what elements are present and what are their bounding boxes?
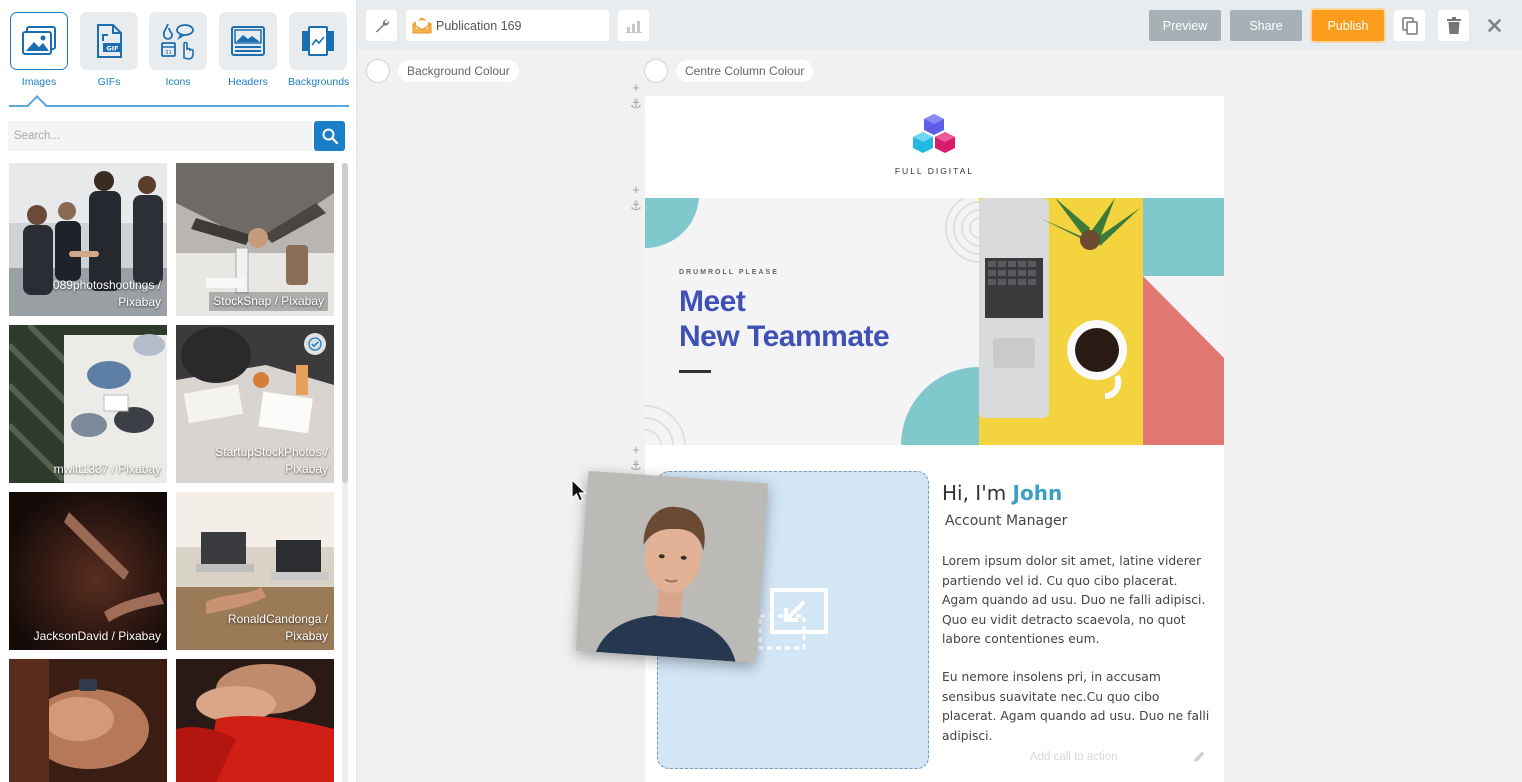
tab-underline: [9, 105, 349, 107]
image-credit: StartupStockPhotos / Pixabay: [215, 445, 328, 476]
bar-chart-icon: [625, 20, 642, 33]
hero-banner[interactable]: DRUMROLL PLEASE Meet New Teammate: [645, 198, 1224, 445]
logo-text: FULL DIGITAL: [894, 166, 975, 176]
logo-block[interactable]: FULL DIGITAL: [645, 96, 1224, 198]
close-icon: [1487, 18, 1501, 32]
backgrounds-icon: [302, 26, 334, 56]
background-colour-picker[interactable]: Background Colour: [366, 59, 519, 83]
image-credit: 089photoshootings / Pixabay: [52, 278, 161, 309]
row-controls: + ⚓︎: [630, 182, 642, 214]
duplicate-button[interactable]: [1394, 10, 1425, 41]
greeting-heading[interactable]: Hi, I'm John: [942, 481, 1062, 505]
trash-icon: [1446, 17, 1461, 34]
image-result-tile[interactable]: StartupStockPhotos / Pixabay: [176, 325, 334, 483]
person-role[interactable]: Account Manager: [945, 513, 1067, 529]
anchor-icon[interactable]: ⚓︎: [630, 198, 642, 214]
icons-icon: 31: [161, 23, 194, 60]
delete-button[interactable]: [1438, 10, 1469, 41]
add-row-icon[interactable]: +: [630, 442, 642, 458]
publish-button[interactable]: Publish: [1312, 10, 1384, 41]
image-result-tile[interactable]: 089photoshootings / Pixabay: [9, 163, 167, 316]
hero-divider: [679, 370, 711, 373]
image-result-tile[interactable]: RonaldCandonga / Pixabay: [176, 492, 334, 650]
analytics-button[interactable]: [618, 10, 649, 41]
mouse-cursor-icon: [571, 479, 587, 502]
body-paragraph[interactable]: Eu nemore insolens pri, in accusam sensi…: [942, 668, 1214, 746]
tab-gifs[interactable]: GIF GIFs: [79, 12, 139, 88]
add-row-icon[interactable]: +: [630, 80, 642, 96]
tab-icons[interactable]: 31 Icons: [148, 12, 208, 88]
wrench-icon: [375, 18, 389, 32]
drop-image-icon: [758, 588, 828, 650]
image-search: [8, 121, 345, 151]
search-input[interactable]: [8, 121, 312, 151]
row-controls: + ⚓︎: [630, 442, 642, 474]
svg-text:GIF: GIF: [106, 45, 118, 53]
images-icon: [22, 26, 56, 55]
scrollbar-thumb[interactable]: [342, 163, 348, 483]
tab-images[interactable]: Images: [9, 12, 69, 88]
tab-backgrounds[interactable]: Backgrounds: [288, 12, 349, 88]
copy-icon: [1401, 16, 1418, 35]
image-result-tile[interactable]: [176, 659, 334, 782]
red-gloves-hands-photo: [176, 659, 334, 782]
portrait-photo: [575, 470, 769, 664]
image-credit: StockSnap / Pixabay: [209, 292, 328, 311]
image-result-tile[interactable]: JacksonDavid / Pixabay: [9, 492, 167, 650]
share-button[interactable]: Share: [1230, 10, 1302, 41]
settings-button[interactable]: [366, 10, 397, 41]
person-name: John: [1012, 481, 1063, 505]
asset-category-tabs: Images GIF GIFs 31 Icons Headers Backgro…: [8, 12, 350, 108]
image-credit: JacksonDavid / Pixabay: [33, 629, 161, 643]
gif-icon: GIF: [97, 24, 122, 58]
image-result-tile[interactable]: [9, 659, 167, 782]
cta-placeholder[interactable]: Add call to action: [1030, 751, 1118, 763]
stacked-hands-photo: [9, 659, 167, 782]
editor-toolbar: Preview Share Publish: [357, 0, 1522, 50]
image-result-tile[interactable]: StockSnap / Pixabay: [176, 163, 334, 316]
publication-name-field[interactable]: [406, 10, 609, 41]
anchor-icon[interactable]: ⚓︎: [630, 458, 642, 474]
cubes-logo: [913, 114, 955, 153]
row-controls: + ⚓︎: [630, 80, 642, 112]
tab-headers[interactable]: Headers: [218, 12, 278, 88]
dragged-portrait-image[interactable]: [575, 470, 769, 664]
headers-icon: [231, 26, 265, 56]
preview-button[interactable]: Preview: [1149, 10, 1221, 41]
selected-check-icon: [304, 333, 326, 355]
background-colour-swatch[interactable]: [366, 59, 390, 83]
hero-title: Meet New Teammate: [679, 285, 890, 353]
svg-text:31: 31: [165, 50, 172, 56]
anchor-icon[interactable]: ⚓︎: [630, 96, 642, 112]
image-result-tile[interactable]: mwitt1337 / Pixabay: [9, 325, 167, 483]
centre-column-colour-picker[interactable]: Centre Column Colour: [644, 59, 814, 83]
asset-sidebar: Images GIF GIFs 31 Icons Headers Backgro…: [0, 0, 357, 782]
centre-column-colour-swatch[interactable]: [644, 59, 668, 83]
image-credit: RonaldCandonga / Pixabay: [227, 612, 328, 643]
search-icon: [322, 128, 338, 144]
search-button[interactable]: [314, 121, 345, 151]
add-row-icon[interactable]: +: [630, 182, 642, 198]
body-paragraph[interactable]: Lorem ipsum dolor sit amet, latine vider…: [942, 552, 1214, 650]
close-button[interactable]: [1484, 14, 1504, 36]
meeting-top-view-photo: [9, 325, 167, 483]
envelope-icon: [412, 17, 432, 34]
reaching-hands-photo: [9, 492, 167, 650]
image-credit: mwitt1337 / Pixabay: [53, 462, 161, 476]
pencil-icon[interactable]: [1192, 750, 1206, 764]
publication-name-input[interactable]: [436, 16, 604, 36]
hero-kicker: DRUMROLL PLEASE: [679, 269, 779, 276]
